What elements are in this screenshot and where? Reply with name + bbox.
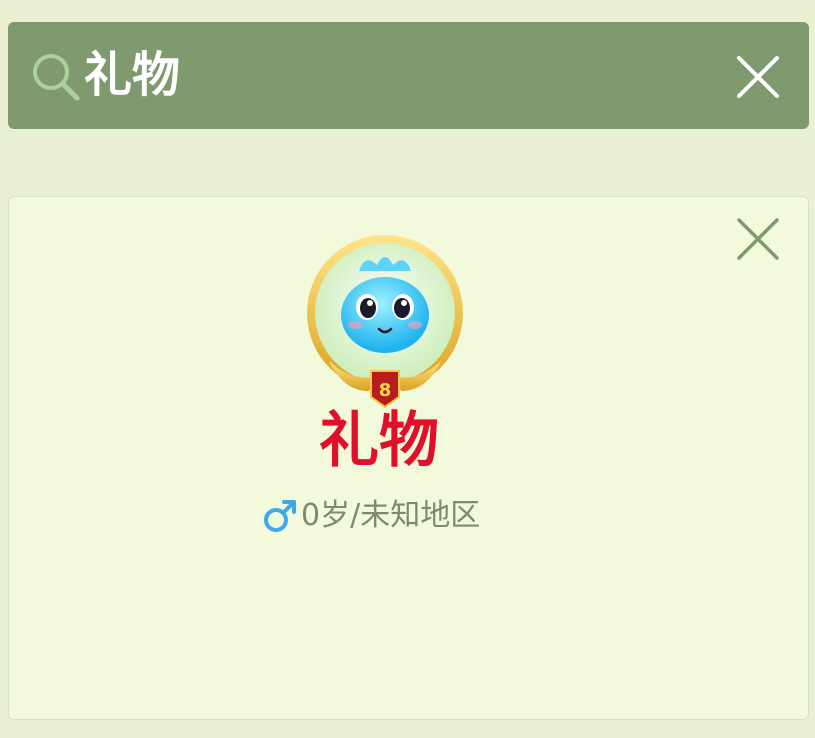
clear-search-button[interactable] (735, 54, 781, 100)
search-input[interactable]: 礼物 (84, 42, 180, 108)
user-info-text: 0岁/未知地区 (301, 498, 481, 533)
level-badge: 8 (379, 380, 392, 401)
search-bar[interactable]: 礼物 (8, 22, 809, 129)
avatar[interactable]: 8 (299, 231, 479, 411)
username: 礼物 (319, 406, 439, 476)
close-card-button[interactable] (736, 217, 780, 261)
user-result-card[interactable]: 8 礼物 0岁/未知地区 (8, 196, 809, 720)
user-info: 0岁/未知地区 (261, 495, 480, 537)
search-icon (33, 54, 80, 101)
male-icon (264, 500, 296, 532)
